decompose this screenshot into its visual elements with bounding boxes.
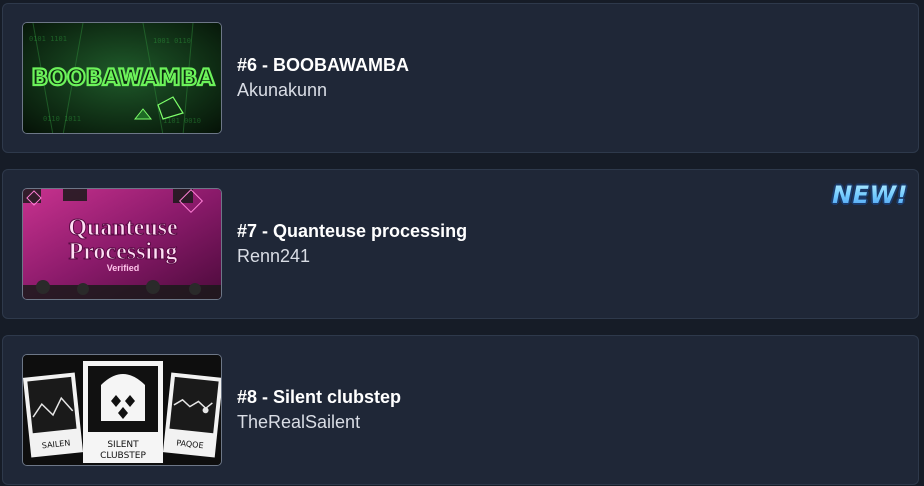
svg-text:Verified: Verified bbox=[107, 263, 140, 273]
level-creator[interactable]: TheRealSailent bbox=[237, 411, 401, 433]
level-card[interactable]: Quanteuse Processing Verified #7 - Quant… bbox=[2, 169, 919, 319]
level-card[interactable]: SAILEN SILENT CLUBSTEP PAQOE #8 - Silent… bbox=[2, 335, 919, 485]
svg-text:Processing: Processing bbox=[69, 239, 178, 265]
thumbnail-image: 0101 1101 1001 0110 0110 1011 1101 0010 … bbox=[23, 23, 221, 133]
svg-text:1101 0010: 1101 0010 bbox=[163, 117, 201, 125]
level-thumbnail: Quanteuse Processing Verified bbox=[22, 188, 222, 300]
svg-text:0110 1011: 0110 1011 bbox=[43, 115, 81, 123]
level-title[interactable]: #8 - Silent clubstep bbox=[237, 386, 401, 408]
level-card[interactable]: 0101 1101 1001 0110 0110 1011 1101 0010 … bbox=[2, 3, 919, 153]
svg-text:Quanteuse: Quanteuse bbox=[68, 215, 178, 241]
level-title[interactable]: #6 - BOOBAWAMBA bbox=[237, 54, 409, 76]
thumbnail-image: Quanteuse Processing Verified bbox=[23, 189, 221, 299]
level-list: 0101 1101 1001 0110 0110 1011 1101 0010 … bbox=[0, 0, 924, 486]
level-info: #8 - Silent clubstep TheRealSailent bbox=[237, 386, 401, 433]
svg-text:1001 0110: 1001 0110 bbox=[153, 37, 191, 45]
new-badge: NEW! bbox=[832, 181, 908, 209]
level-info: #6 - BOOBAWAMBA Akunakunn bbox=[237, 54, 409, 101]
svg-text:0101 1101: 0101 1101 bbox=[29, 35, 67, 43]
svg-text:SILENT: SILENT bbox=[107, 440, 139, 450]
svg-text:BOOBAWAMBA: BOOBAWAMBA bbox=[32, 66, 215, 91]
level-thumbnail: SAILEN SILENT CLUBSTEP PAQOE bbox=[22, 354, 222, 466]
level-title[interactable]: #7 - Quanteuse processing bbox=[237, 220, 467, 242]
level-creator[interactable]: Renn241 bbox=[237, 245, 467, 267]
level-creator[interactable]: Akunakunn bbox=[237, 79, 409, 101]
level-thumbnail: 0101 1101 1001 0110 0110 1011 1101 0010 … bbox=[22, 22, 222, 134]
thumbnail-image: SAILEN SILENT CLUBSTEP PAQOE bbox=[23, 355, 221, 465]
level-info: #7 - Quanteuse processing Renn241 bbox=[237, 220, 467, 267]
svg-text:CLUBSTEP: CLUBSTEP bbox=[100, 451, 146, 461]
